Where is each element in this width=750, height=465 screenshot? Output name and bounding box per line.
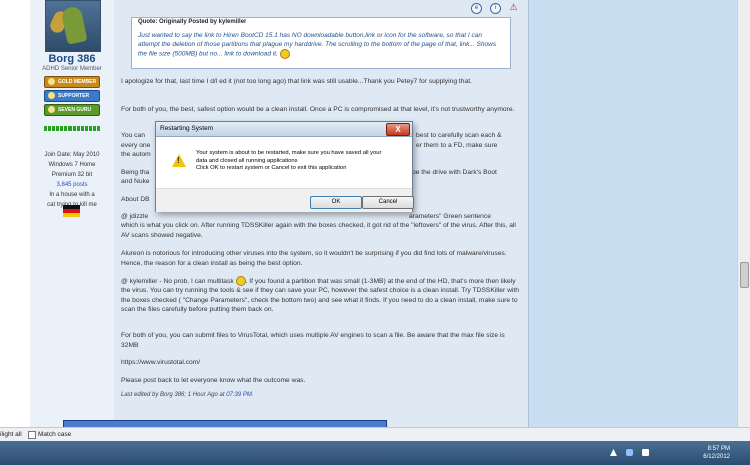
browser-viewport: Borg 386 ADHD Senior Member GOLD MEMBER … — [0, 0, 750, 427]
reputation-bar — [44, 126, 101, 131]
post-paragraph: Alureon is notorious for introducing oth… — [121, 250, 507, 267]
user-stats: Join Date: May 2010 Windows 7 Home Premi… — [30, 150, 114, 210]
star-icon — [48, 78, 55, 85]
user-title: ADHD Senior Member — [42, 66, 102, 72]
highlight-all-button[interactable]: ilight all — [0, 431, 22, 438]
info-icon[interactable]: i — [490, 3, 501, 14]
gold-member-badge: GOLD MEMBER — [44, 76, 100, 88]
vertical-scrollbar[interactable] — [737, 0, 750, 427]
username-link[interactable]: Borg 386 — [30, 53, 114, 65]
match-case-label: Match case — [38, 431, 72, 438]
virustotal-link[interactable]: https://www.virustotal.com/ — [121, 358, 271, 368]
dialog-title: Restarting System — [160, 125, 214, 132]
taskbar: 8:57 PM 6/12/2012 — [0, 441, 750, 465]
edit-note: Last edited by Borg 386; 1 Hour Ago at 0… — [121, 392, 254, 398]
supporter-badge: SUPPORTER — [44, 90, 100, 102]
post-paragraph: For both of you, you can submit files to… — [121, 332, 505, 349]
report-warning-icon[interactable]: ⚠ — [509, 3, 518, 12]
forum-post-container: Borg 386 ADHD Senior Member GOLD MEMBER … — [30, 0, 529, 427]
post-paragraph: For both of you, the best, safest option… — [121, 106, 515, 113]
post-count-link[interactable]: 3,845 posts — [30, 180, 114, 190]
user-location: In a house with a — [49, 192, 95, 198]
smiley-icon — [279, 49, 290, 59]
show-hidden-icons-icon[interactable] — [610, 449, 617, 456]
quote-body: Just wanted to say the link to Hiren Boo… — [138, 32, 497, 59]
share-icon[interactable]: e — [471, 3, 482, 14]
clock-time: 8:57 PM — [707, 446, 730, 452]
star-icon — [48, 106, 55, 113]
quote-header: Quote: Originally Posted by kylemiller — [138, 19, 247, 25]
network-icon[interactable] — [626, 449, 633, 456]
star-icon — [48, 92, 55, 99]
signature-banner[interactable] — [63, 420, 387, 427]
cancel-button[interactable]: Cancel — [362, 196, 414, 209]
germany-flag-icon — [63, 205, 80, 217]
clock-date: 6/12/2012 — [703, 454, 730, 460]
post-paragraph: Please post back to let everyone know wh… — [121, 377, 306, 384]
post-body: e i ⚠ Quote: Originally Posted by kylemi… — [119, 0, 524, 427]
quote-block: Quote: Originally Posted by kylemiller J… — [131, 17, 511, 69]
user-info-column: Borg 386 ADHD Senior Member GOLD MEMBER … — [30, 0, 114, 427]
post-paragraph: @ kylemiller - No prob, I can multitask … — [121, 276, 519, 314]
post-paragraph-fragment: pe the drive with Dark's Boot — [412, 169, 497, 176]
post-paragraph: which is what you click on. After runnin… — [121, 222, 516, 239]
match-case-checkbox[interactable] — [28, 431, 36, 439]
user-avatar[interactable] — [45, 0, 101, 52]
system-tray: 8:57 PM 6/12/2012 — [602, 441, 742, 465]
join-date: Join Date: May 2010 — [44, 152, 100, 158]
dialog-message: Your system is about to be restarted, ma… — [196, 150, 382, 171]
clock[interactable]: 8:57 PM 6/12/2012 — [703, 445, 730, 461]
page-margin — [0, 0, 30, 427]
dialog-button-row: OK Cancel — [156, 188, 414, 212]
user-os-edition: Premium 32 bit — [51, 172, 93, 178]
warning-icon: ! — [172, 154, 186, 167]
user-os: Windows 7 Home — [48, 162, 96, 168]
volume-icon[interactable] — [642, 449, 649, 456]
post-paragraph-fragment: best to carefully scan each & — [416, 132, 502, 139]
seven-guru-badge: SEVEN GURU — [44, 104, 100, 116]
post-tools: e i ⚠ — [471, 3, 518, 14]
ok-button[interactable]: OK — [310, 196, 362, 209]
scrollbar-thumb[interactable] — [740, 262, 749, 288]
restart-dialog: Restarting System X ! Your system is abo… — [155, 121, 414, 212]
post-paragraph: I apologize for that, last time I d/l ed… — [121, 78, 472, 85]
close-button[interactable]: X — [386, 123, 410, 136]
smiley-icon — [235, 276, 246, 286]
dialog-title-bar[interactable]: Restarting System X — [156, 122, 412, 137]
post-paragraph-fragment: er them to a FD, make sure — [416, 142, 498, 149]
find-bar: ilight all Match case — [0, 427, 750, 442]
